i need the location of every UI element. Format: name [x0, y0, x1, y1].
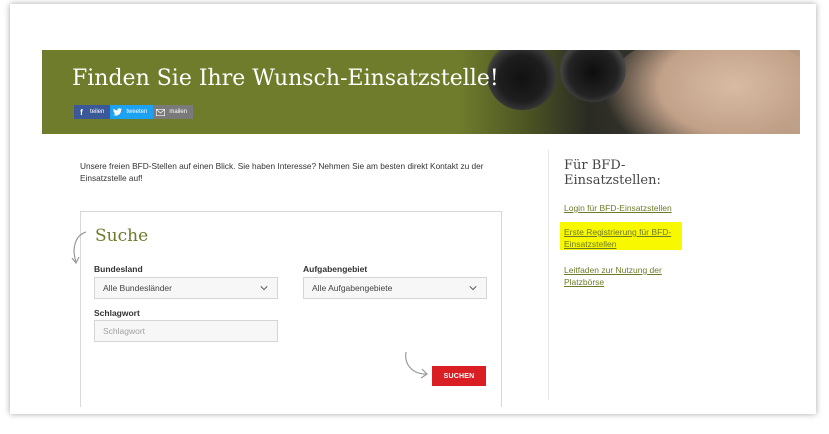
facebook-icon: f: [80, 107, 83, 117]
mail-icon: [156, 108, 166, 117]
page-title: Finden Sie Ihre Wunsch-Einsatzstelle!: [72, 66, 499, 91]
bundesland-select[interactable]: Alle Bundesländer: [94, 277, 278, 299]
schlagwort-label: Schlagwort: [94, 308, 140, 318]
registration-link[interactable]: Erste Registrierung für BFD-Einsatzstell…: [564, 226, 689, 250]
sidebar-divider: [548, 150, 549, 400]
hero-image-hand: [602, 50, 800, 134]
chevron-down-icon: [260, 286, 268, 291]
share-twitter-button[interactable]: tweeten: [110, 105, 154, 119]
hero-banner: Finden Sie Ihre Wunsch-Einsatzstelle! f …: [42, 50, 800, 134]
bundesland-select-value: Alle Bundesländer: [103, 283, 172, 293]
chevron-down-icon: [469, 286, 477, 291]
share-bar: f teilen tweeten mailen: [74, 105, 194, 119]
curved-arrow-icon: [405, 351, 428, 379]
share-mail-label: mailen: [169, 109, 188, 115]
bundesland-label: Bundesland: [94, 264, 143, 274]
aufgabengebiet-select[interactable]: Alle Aufgabengebiete: [303, 277, 487, 299]
login-link[interactable]: Login für BFD-Einsatzstellen: [564, 202, 704, 214]
twitter-icon: [113, 108, 123, 117]
share-facebook-button[interactable]: f teilen: [74, 105, 111, 119]
sidebar-title: Für BFD-Einsatzstellen:: [564, 158, 661, 188]
share-mail-button[interactable]: mailen: [153, 105, 194, 119]
search-title: Suche: [95, 226, 149, 246]
curved-arrow-icon: [71, 231, 87, 265]
aufgabengebiet-select-value: Alle Aufgabengebiete: [312, 283, 393, 293]
share-twitter-label: tweeten: [126, 109, 148, 115]
aufgabengebiet-label: Aufgabengebiet: [303, 264, 368, 274]
share-facebook-label: teilen: [90, 109, 105, 115]
search-button[interactable]: SUCHEN: [432, 366, 486, 386]
guide-link[interactable]: Leitfaden zur Nutzung der Platzbörse: [564, 264, 689, 288]
intro-text: Unsere freien BFD-Stellen auf einen Blic…: [80, 161, 484, 183]
schlagwort-input[interactable]: [94, 320, 278, 342]
